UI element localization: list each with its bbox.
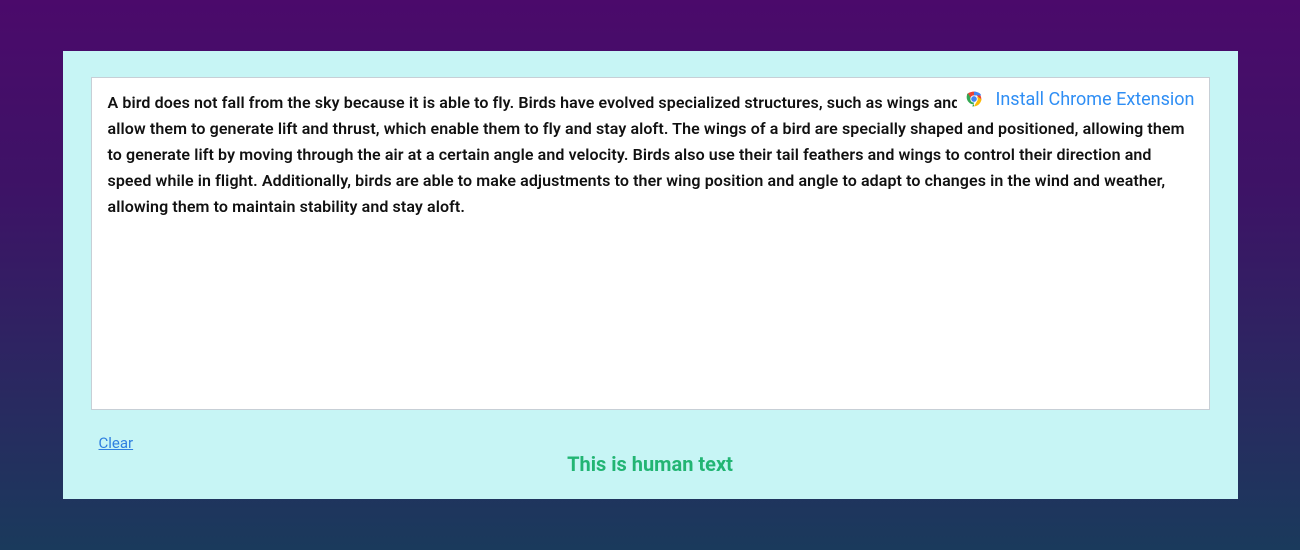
install-extension-label: Install Chrome Extension	[995, 89, 1194, 110]
result-text: This is human text	[91, 428, 1210, 476]
input-textbox[interactable]: A bird does not fall from the sky becaus…	[91, 77, 1210, 410]
install-extension-button[interactable]: Install Chrome Extension	[957, 86, 1196, 113]
footer: Clear This is human text	[91, 428, 1210, 476]
chrome-icon	[963, 88, 985, 110]
detector-card: A bird does not fall from the sky becaus…	[63, 51, 1238, 499]
clear-link[interactable]: Clear	[99, 434, 134, 452]
